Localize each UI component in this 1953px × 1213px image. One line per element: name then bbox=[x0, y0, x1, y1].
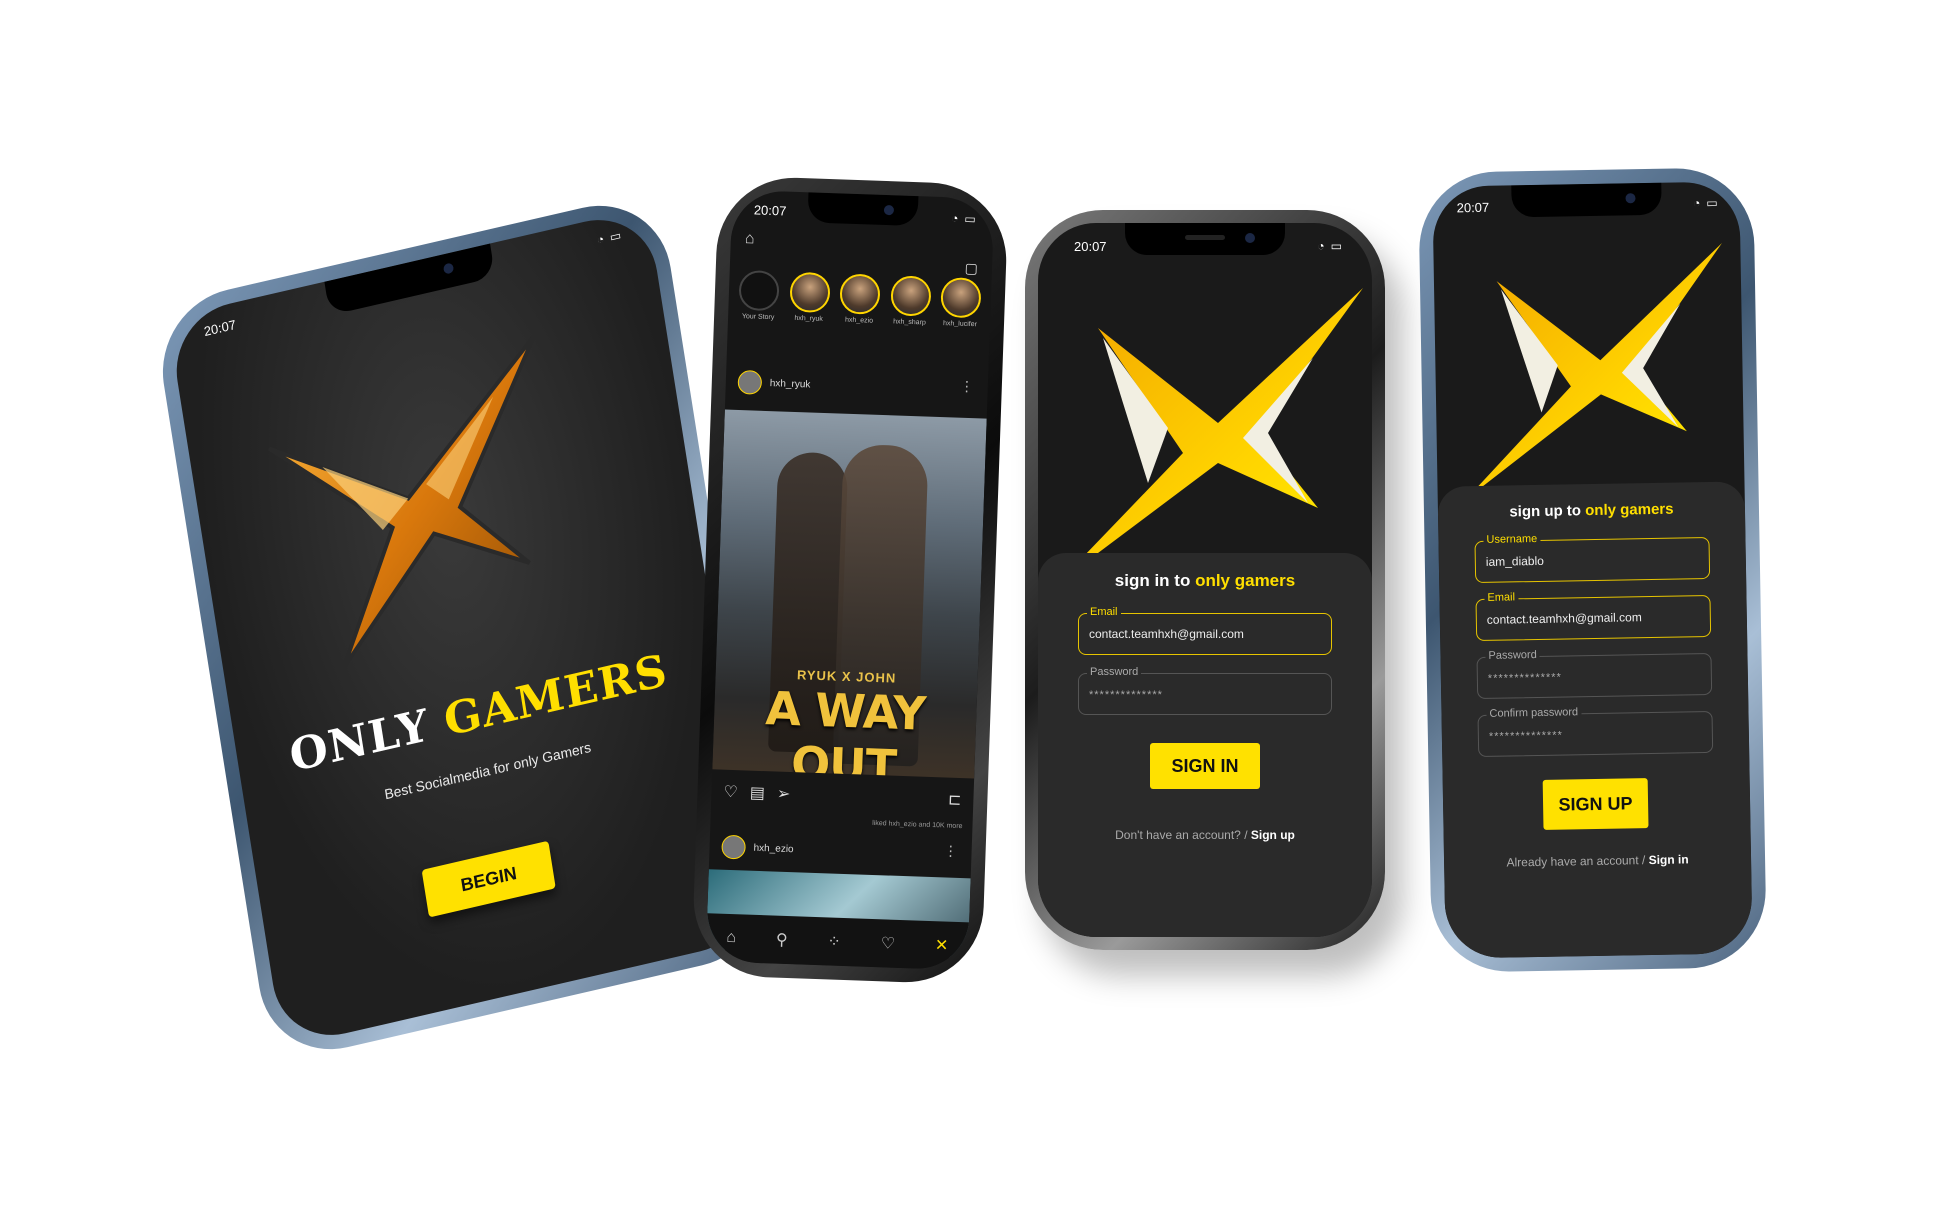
status-time: 20:07 bbox=[1074, 239, 1107, 254]
welcome-screen: 20:07 ◔ ▭ ONLY GAMERS Best Socialmedia fo… bbox=[167, 207, 763, 1048]
status-icons: ◔ ▭ bbox=[1317, 239, 1342, 253]
story-item[interactable]: hxh_ezio bbox=[837, 273, 883, 325]
signin-prompt: Already have an account / Sign in bbox=[1506, 852, 1689, 870]
story-item[interactable]: hxh_sharp bbox=[887, 275, 933, 327]
post-image[interactable]: RYUK X JOHN A WAY OUT bbox=[712, 409, 987, 779]
home-icon[interactable]: ⌂ bbox=[726, 929, 736, 947]
like-icon[interactable]: ♡ bbox=[723, 782, 738, 802]
confirm-password-field[interactable]: Confirm password ************** bbox=[1477, 706, 1714, 758]
avatar bbox=[721, 834, 747, 860]
sign-in-button[interactable]: SIGN IN bbox=[1150, 743, 1260, 789]
bookmark-icon[interactable]: ⊏ bbox=[948, 790, 962, 810]
notch bbox=[1510, 182, 1662, 218]
battery-icon: ▭ bbox=[1706, 195, 1718, 210]
username-field[interactable]: Username iam_diablo bbox=[1474, 532, 1711, 584]
confirm-password-value: ************** bbox=[1488, 729, 1563, 743]
username-value: iam_diablo bbox=[1485, 553, 1545, 569]
heart-icon[interactable]: ♡ bbox=[880, 933, 895, 953]
password-field[interactable]: Password ************** bbox=[1078, 666, 1332, 715]
messages-icon[interactable]: ▢ bbox=[964, 260, 978, 277]
story-item[interactable]: hxh_ryuk bbox=[786, 271, 832, 324]
phone-welcome: 20:07 ◔ ▭ ONLY GAMERS Best Socialmedia fo… bbox=[151, 190, 779, 1065]
password-value: ************** bbox=[1089, 689, 1163, 701]
bottom-tab-bar: ⌂ ⚲ ⁘ ♡ ✕ bbox=[705, 913, 970, 971]
only-gamers-logo-icon bbox=[1466, 243, 1722, 500]
profile-logo-icon[interactable]: ✕ bbox=[935, 935, 949, 955]
status-icons: ◔ ▭ bbox=[1693, 196, 1718, 210]
search-icon[interactable]: ⚲ bbox=[776, 930, 788, 950]
more-icon[interactable]: ⋮ bbox=[943, 842, 958, 859]
only-gamers-logo-icon bbox=[1058, 288, 1363, 583]
share-icon[interactable]: ➢ bbox=[777, 784, 791, 804]
begin-button[interactable]: BEGIN bbox=[421, 840, 556, 918]
camera-icon[interactable]: ⌂ bbox=[745, 230, 755, 248]
comment-icon[interactable]: ▤ bbox=[750, 783, 766, 804]
status-icons: ◔ ▭ bbox=[951, 211, 976, 226]
battery-icon: ▭ bbox=[1330, 239, 1342, 253]
status-time: 20:07 bbox=[202, 316, 237, 340]
wifi-icon: ◔ bbox=[950, 211, 959, 226]
post-header[interactable]: hxh_ryuk bbox=[737, 369, 811, 397]
wifi-icon: ◔ bbox=[1692, 196, 1701, 211]
brand-only: ONLY bbox=[286, 699, 433, 783]
signin-card: sign in to only gamers Email contact.tea… bbox=[1038, 553, 1372, 937]
email-field[interactable]: Email contact.teamhxh@gmail.com bbox=[1475, 591, 1712, 642]
password-label: Password bbox=[1087, 666, 1142, 678]
password-label: Password bbox=[1485, 648, 1540, 662]
sign-up-button[interactable]: SIGN UP bbox=[1542, 778, 1649, 830]
post-username: hxh_ezio bbox=[753, 842, 794, 855]
apps-icon[interactable]: ⁘ bbox=[827, 931, 841, 951]
confirm-password-label: Confirm password bbox=[1486, 706, 1582, 720]
post-username: hxh_ryuk bbox=[769, 377, 811, 390]
sign-in-link[interactable]: Sign in bbox=[1648, 852, 1688, 867]
notch bbox=[324, 243, 496, 316]
phone-signup: 20:07 ◔ ▭ sign up to only gamers Username… bbox=[1418, 167, 1767, 973]
only-gamers-logo-icon bbox=[267, 334, 536, 669]
wifi-icon: ◔ bbox=[595, 231, 606, 248]
stories-row: Your Story hxh_ryuk hxh_ezio hxh_sharp h… bbox=[736, 269, 984, 329]
feed-screen: 20:07 ◔ ▭ ⌂ ▢ Your Story hxh_ryuk hxh_ezi… bbox=[705, 189, 995, 971]
battery-icon: ▭ bbox=[608, 227, 623, 245]
post-image-title: A WAY OUT bbox=[764, 681, 927, 779]
status-icons: ◔ ▭ bbox=[596, 228, 622, 247]
notch bbox=[1125, 223, 1285, 255]
email-label: Email bbox=[1087, 606, 1121, 618]
password-value: ************** bbox=[1487, 671, 1562, 685]
status-time: 20:07 bbox=[753, 202, 787, 219]
wifi-icon: ◔ bbox=[1317, 239, 1325, 253]
phone-feed: 20:07 ◔ ▭ ⌂ ▢ Your Story hxh_ryuk hxh_ezi… bbox=[691, 175, 1009, 985]
post-header[interactable]: hxh_ezio bbox=[721, 834, 794, 861]
email-label: Email bbox=[1484, 591, 1519, 604]
battery-icon: ▭ bbox=[964, 211, 976, 227]
avatar bbox=[737, 369, 763, 395]
status-time: 20:07 bbox=[1456, 199, 1490, 216]
phone-signin: 20:07 ◔ ▭ sign in to only gamers Email co… bbox=[1025, 210, 1385, 950]
story-item[interactable]: hxh_lucifer bbox=[938, 277, 984, 329]
post-actions: ♡ ▤ ➢ ⊏ bbox=[723, 782, 962, 810]
liked-by-text: liked hxh_ezio and 10K more bbox=[872, 819, 963, 831]
sign-up-link[interactable]: Sign up bbox=[1251, 828, 1295, 842]
password-field[interactable]: Password ************** bbox=[1476, 648, 1713, 700]
email-value: contact.teamhxh@gmail.com bbox=[1089, 627, 1244, 641]
signup-title: sign up to only gamers bbox=[1509, 500, 1674, 521]
email-field[interactable]: Email contact.teamhxh@gmail.com bbox=[1078, 606, 1332, 655]
signin-screen: 20:07 ◔ ▭ sign in to only gamers Email co… bbox=[1038, 223, 1372, 937]
notch bbox=[807, 192, 919, 227]
signup-prompt: Don't have an account? / Sign up bbox=[1115, 828, 1295, 842]
signup-screen: 20:07 ◔ ▭ sign up to only gamers Username… bbox=[1432, 181, 1753, 959]
username-label: Username bbox=[1483, 532, 1541, 546]
signup-card: sign up to only gamers Username iam_diab… bbox=[1437, 481, 1753, 959]
email-value: contact.teamhxh@gmail.com bbox=[1486, 610, 1642, 627]
story-item[interactable]: Your Story bbox=[736, 269, 782, 322]
signin-title: sign in to only gamers bbox=[1114, 571, 1296, 590]
more-icon[interactable]: ⋮ bbox=[960, 378, 975, 395]
